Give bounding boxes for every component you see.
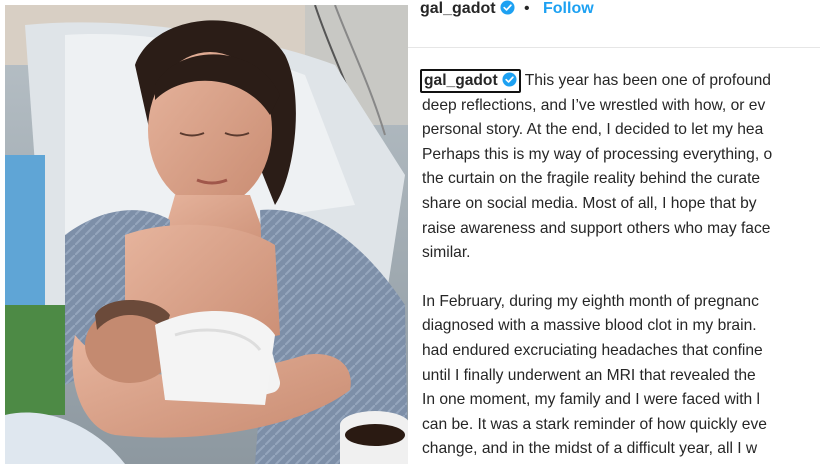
caption-line: had endured excruciating headaches that … xyxy=(422,341,763,359)
verified-badge-icon xyxy=(500,0,515,15)
post-photo xyxy=(5,5,408,464)
header-separator: • xyxy=(524,0,530,17)
caption-line: change, and in the midst of a difficult … xyxy=(422,440,758,458)
post-detail-panel: gal_gadot • Follow gal_gadot This year h… xyxy=(408,0,820,469)
caption-username: gal_gadot xyxy=(424,72,498,89)
caption-line: In February, during my eighth month of p… xyxy=(422,292,759,310)
username-link[interactable]: gal_gadot xyxy=(420,0,515,18)
hospital-photo-illustration xyxy=(5,5,408,464)
caption-line: In one moment, my family and I were face… xyxy=(422,391,761,409)
caption-username-link[interactable]: gal_gadot xyxy=(420,69,521,93)
header-divider xyxy=(408,47,820,48)
post-caption: gal_gadot This year has been one of prof… xyxy=(420,69,820,462)
caption-line: share on social media. Most of all, I ho… xyxy=(422,194,757,212)
caption-line: can be. It was a stark reminder of how q… xyxy=(422,415,767,433)
caption-paragraph-2: In February, during my eighth month of p… xyxy=(422,290,820,462)
caption-paragraph-1: gal_gadot This year has been one of prof… xyxy=(420,69,820,266)
caption-line: similar. xyxy=(422,244,471,262)
username-text: gal_gadot xyxy=(420,0,496,17)
caption-line: the curtain on the fragile reality behin… xyxy=(422,170,761,188)
verified-badge-icon xyxy=(502,72,517,87)
caption-line: This year has been one of profound xyxy=(524,72,771,89)
caption-line: deep reflections, and I’ve wrestled with… xyxy=(422,96,766,114)
caption-line: raise awareness and support others who m… xyxy=(422,219,771,237)
caption-line: until I finally underwent an MRI that re… xyxy=(422,366,756,384)
post-header: gal_gadot • Follow xyxy=(408,0,820,26)
caption-line: personal story. At the end, I decided to… xyxy=(422,121,764,139)
caption-line: Perhaps this is my way of processing eve… xyxy=(422,145,773,163)
follow-button[interactable]: Follow xyxy=(543,0,594,18)
caption-line: diagnosed with a massive blood clot in m… xyxy=(422,317,757,335)
